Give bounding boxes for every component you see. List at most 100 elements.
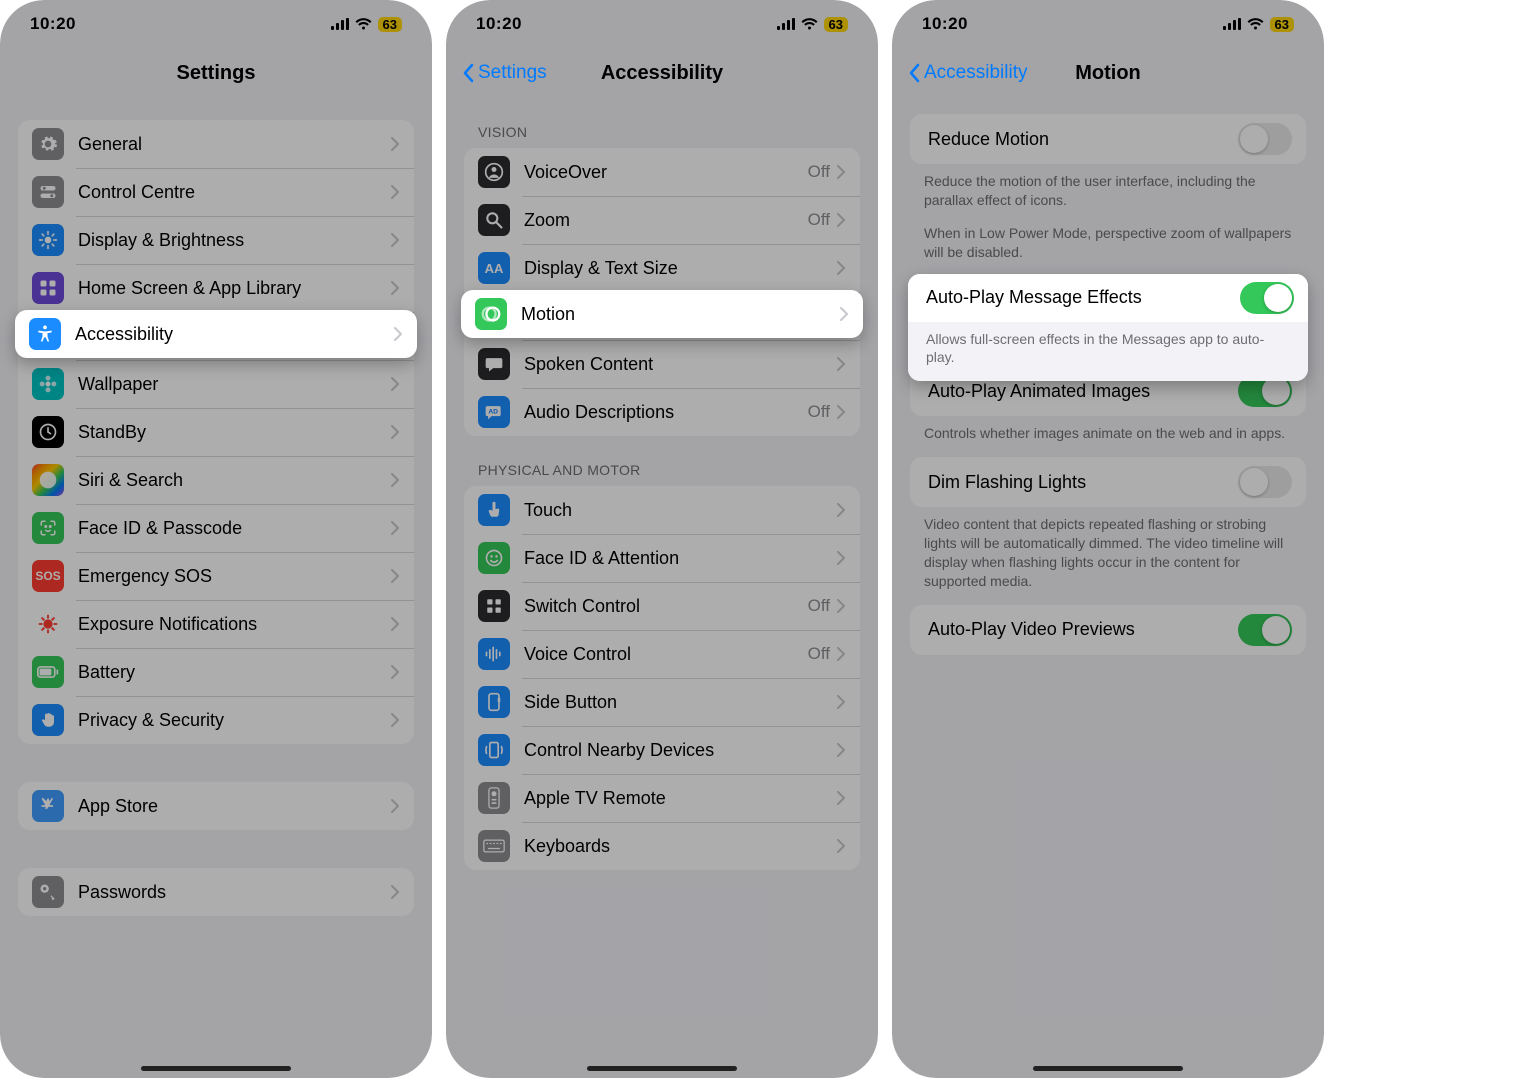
chevron-right-icon bbox=[836, 164, 846, 180]
list-row[interactable]: AA Display & Text Size bbox=[464, 244, 860, 292]
list-row[interactable]: Apple TV Remote bbox=[464, 774, 860, 822]
list-row[interactable]: Motion bbox=[461, 290, 863, 338]
list-row[interactable]: General bbox=[18, 120, 414, 168]
list-row[interactable]: Control Nearby Devices bbox=[464, 726, 860, 774]
textsize-icon: AA bbox=[478, 252, 510, 284]
chevron-right-icon bbox=[836, 598, 846, 614]
list-row[interactable]: Battery bbox=[18, 648, 414, 696]
back-label: Settings bbox=[478, 62, 547, 84]
signal-icon bbox=[777, 18, 795, 30]
toggle-switch[interactable] bbox=[1240, 282, 1294, 314]
row-label: Keyboards bbox=[524, 836, 836, 857]
list-row[interactable]: Switch ControlOff bbox=[464, 582, 860, 630]
list-row[interactable]: Privacy & Security bbox=[18, 696, 414, 744]
list-row[interactable]: Face ID & Attention bbox=[464, 534, 860, 582]
list-row[interactable]: App Store bbox=[18, 782, 414, 830]
speech-icon bbox=[478, 348, 510, 380]
signal-icon bbox=[1223, 18, 1241, 30]
toggle-row[interactable]: Auto-Play Message Effects bbox=[908, 274, 1308, 322]
chevron-right-icon bbox=[839, 306, 849, 322]
row-label: Apple TV Remote bbox=[524, 788, 836, 809]
sos-icon: SOS bbox=[32, 560, 64, 592]
toggle-row[interactable]: Reduce Motion bbox=[910, 114, 1306, 164]
highlight-accessibility: Accessibility bbox=[15, 310, 417, 358]
row-label: Emergency SOS bbox=[78, 566, 390, 587]
toggle-label: Auto-Play Message Effects bbox=[926, 287, 1240, 308]
list-row[interactable]: Touch bbox=[464, 486, 860, 534]
phone-screen-settings: 10:20 63 Settings GeneralControl CentreD… bbox=[0, 0, 432, 1078]
home-indicator[interactable] bbox=[141, 1066, 291, 1071]
wifi-icon bbox=[801, 18, 818, 30]
accessibility-icon bbox=[29, 318, 61, 350]
row-label: Battery bbox=[78, 662, 390, 683]
toggle-group: Auto-Play Message Effects bbox=[908, 274, 1308, 322]
chevron-right-icon bbox=[390, 884, 400, 900]
back-button[interactable]: Accessibility bbox=[892, 62, 1027, 84]
footer-text: Video content that depicts repeated flas… bbox=[892, 507, 1324, 605]
siri-icon bbox=[32, 464, 64, 496]
list-row[interactable]: Control Centre bbox=[18, 168, 414, 216]
list-row[interactable]: Home Screen & App Library bbox=[18, 264, 414, 312]
chevron-right-icon bbox=[390, 232, 400, 248]
switch-icon bbox=[478, 590, 510, 622]
phone-screen-motion: 10:20 63 Accessibility Motion Reduce Mot… bbox=[892, 0, 1324, 1078]
face-icon bbox=[478, 542, 510, 574]
list-row[interactable]: Keyboards bbox=[464, 822, 860, 870]
chevron-right-icon bbox=[390, 798, 400, 814]
chevron-right-icon bbox=[836, 404, 846, 420]
chevron-right-icon bbox=[836, 790, 846, 806]
list-row[interactable]: StandBy bbox=[18, 408, 414, 456]
toggle-group: Auto-Play Video Previews bbox=[910, 605, 1306, 655]
settings-group-main: GeneralControl CentreDisplay & Brightnes… bbox=[18, 120, 414, 744]
row-aux: Off bbox=[808, 210, 830, 230]
home-indicator[interactable] bbox=[1033, 1066, 1183, 1071]
back-button[interactable]: Settings bbox=[446, 62, 547, 84]
toggle-group: Dim Flashing Lights bbox=[910, 457, 1306, 507]
list-row[interactable]: VoiceOverOff bbox=[464, 148, 860, 196]
toggles-icon bbox=[32, 176, 64, 208]
battery-badge: 63 bbox=[824, 17, 848, 32]
list-row[interactable]: Wallpaper bbox=[18, 360, 414, 408]
list-row[interactable]: Accessibility bbox=[15, 310, 417, 358]
toggle-row[interactable]: Dim Flashing Lights bbox=[910, 457, 1306, 507]
row-label: Display & Text Size bbox=[524, 258, 836, 279]
list-row[interactable]: Exposure Notifications bbox=[18, 600, 414, 648]
row-label: Wallpaper bbox=[78, 374, 390, 395]
row-aux: Off bbox=[808, 162, 830, 182]
nav-header: Settings Accessibility bbox=[446, 48, 878, 98]
settings-group-passwords: Passwords bbox=[18, 868, 414, 916]
list-row[interactable]: Face ID & Passcode bbox=[18, 504, 414, 552]
list-row[interactable]: Spoken Content bbox=[464, 340, 860, 388]
row-label: Side Button bbox=[524, 692, 836, 713]
list-row[interactable]: Display & Brightness bbox=[18, 216, 414, 264]
chevron-right-icon bbox=[836, 356, 846, 372]
toggle-switch[interactable] bbox=[1238, 614, 1292, 646]
toggle-switch[interactable] bbox=[1238, 466, 1292, 498]
battery-badge: 63 bbox=[378, 17, 402, 32]
magnify-icon bbox=[478, 204, 510, 236]
list-row[interactable]: Passwords bbox=[18, 868, 414, 916]
list-row[interactable]: ADAudio DescriptionsOff bbox=[464, 388, 860, 436]
voice-icon bbox=[478, 638, 510, 670]
toggle-row[interactable]: Auto-Play Video Previews bbox=[910, 605, 1306, 655]
list-row[interactable]: ZoomOff bbox=[464, 196, 860, 244]
toggle-label: Dim Flashing Lights bbox=[928, 472, 1238, 493]
chevron-right-icon bbox=[836, 742, 846, 758]
chevron-right-icon bbox=[836, 260, 846, 276]
home-indicator[interactable] bbox=[587, 1066, 737, 1071]
list-row[interactable]: Siri & Search bbox=[18, 456, 414, 504]
settings-group-appstore: App Store bbox=[18, 782, 414, 830]
motor-group: TouchFace ID & AttentionSwitch ControlOf… bbox=[464, 486, 860, 870]
highlight-autoplay-message-effects: Auto-Play Message EffectsAllows full-scr… bbox=[908, 274, 1308, 382]
list-row[interactable]: Side Button bbox=[464, 678, 860, 726]
chevron-right-icon bbox=[390, 712, 400, 728]
battery-icon bbox=[32, 656, 64, 688]
chevron-right-icon bbox=[390, 136, 400, 152]
list-row[interactable]: Voice ControlOff bbox=[464, 630, 860, 678]
gear-icon bbox=[32, 128, 64, 160]
list-row[interactable]: SOS Emergency SOS bbox=[18, 552, 414, 600]
side-icon bbox=[478, 686, 510, 718]
motion-icon bbox=[475, 298, 507, 330]
status-bar: 10:20 63 bbox=[892, 0, 1324, 48]
toggle-switch[interactable] bbox=[1238, 123, 1292, 155]
